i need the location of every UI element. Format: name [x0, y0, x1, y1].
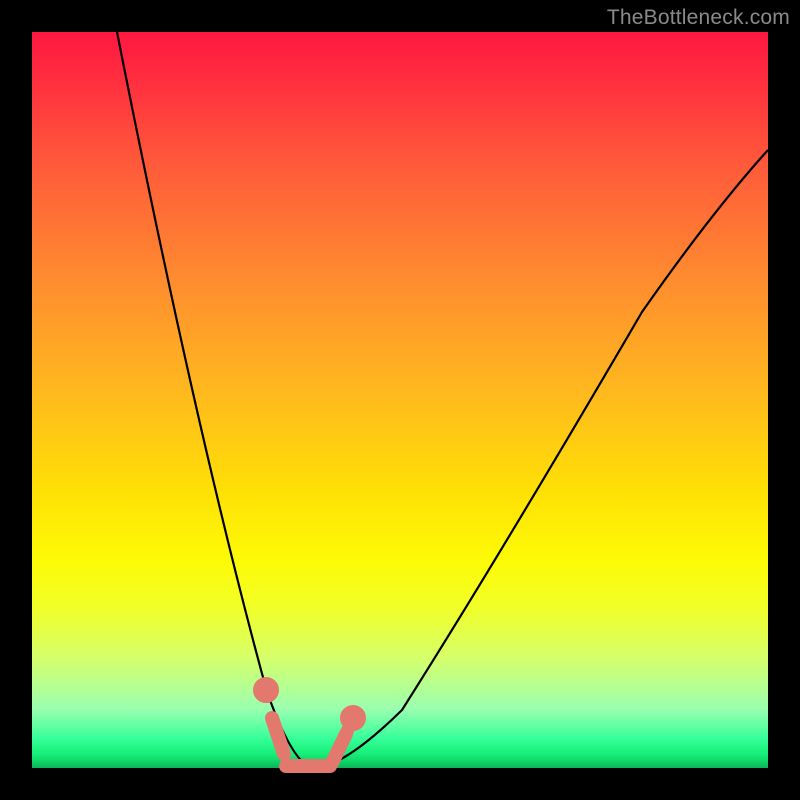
marker-left-seg — [272, 718, 284, 754]
marker-dot — [259, 683, 273, 697]
marker-dot — [346, 711, 360, 725]
markers-group — [259, 683, 360, 766]
chart-svg — [32, 32, 768, 768]
chart-frame: TheBottleneck.com — [0, 0, 800, 800]
chart-plot-area — [32, 32, 768, 768]
curve-left — [117, 32, 314, 768]
watermark-text: TheBottleneck.com — [607, 6, 790, 30]
curve-right — [314, 150, 768, 768]
